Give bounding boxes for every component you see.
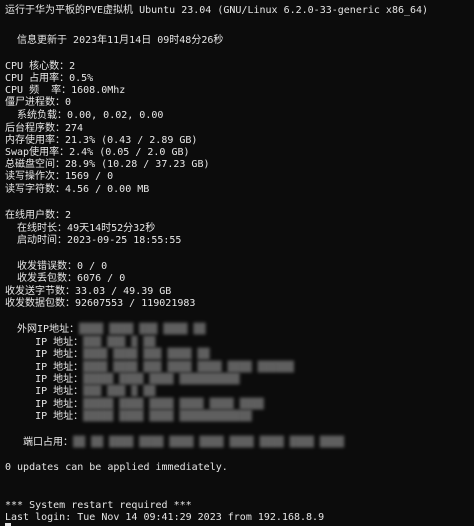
online-users-row: 在线用户数：2 xyxy=(5,209,71,222)
net-packets-value: 92607553 / 119021983 xyxy=(75,298,196,309)
info-updated-time: 信息更新于 2023年11月14日 09时48分26秒 xyxy=(5,35,224,46)
ip-label-5: IP 地址： xyxy=(5,386,84,397)
zombie-label: 僵尸进程数： xyxy=(5,97,65,108)
load-label: 系统负载： xyxy=(5,110,68,121)
boot-value: 2023-09-25 18:55:55 xyxy=(67,235,182,246)
wan-ip-row: 外网IP地址：████ ████ ███ ████ ██ xyxy=(5,323,206,336)
swap-value: 2.4% (0.05 / 2.0 GB) xyxy=(69,147,190,158)
cpu-cores-label: CPU 核心数： xyxy=(5,61,70,72)
net-packets-label: 收发数据包数： xyxy=(5,298,75,309)
mem-value: 21.3% (0.43 / 2.89 GB) xyxy=(65,135,198,146)
ports-label: 端口占用： xyxy=(5,437,74,448)
ip-label-2: IP 地址： xyxy=(5,349,84,360)
cpu-cores-value: 2 xyxy=(69,61,76,72)
io-bytes-value: 4.56 / 0.00 MB xyxy=(65,184,150,195)
uptime-label: 在线时长： xyxy=(5,223,68,234)
net-errors-value: 0 / 0 xyxy=(77,261,108,272)
ip-label-7: IP 地址： xyxy=(5,411,84,422)
redacted-ip-2: ████ ████ ███ ████ ██ xyxy=(83,349,210,360)
disk-label: 总磁盘空间： xyxy=(5,159,65,170)
updates-notice: 0 updates can be applied immediately. xyxy=(5,462,228,473)
net-bytes-label: 收发送字节数： xyxy=(5,286,75,297)
boot-row: 启动时间：2023-09-25 18:55:55 xyxy=(5,234,181,247)
redacted-ip-5: ███ ███ █ ██ xyxy=(83,386,156,397)
bg-proc-value: 274 xyxy=(65,123,84,134)
online-users-value: 2 xyxy=(65,210,72,221)
swap-label: Swap使用率： xyxy=(5,147,70,158)
cpu-usage-value: 0.5% xyxy=(69,73,94,84)
redacted-ip-4: █████ ████ ████ ██████████ xyxy=(83,374,240,385)
load-value: 0.00, 0.02, 0.00 xyxy=(67,110,164,121)
io-ops-row: 读写操作次：1569 / 0 xyxy=(5,170,113,183)
io-ops-label: 读写操作次： xyxy=(5,171,65,182)
net-errors-label: 收发错误数： xyxy=(5,261,78,272)
redacted-ip-7: █████ ████ ████ ████████████ xyxy=(83,411,252,422)
mem-label: 内存使用率： xyxy=(5,135,65,146)
load-row: 系统负载：0.00, 0.02, 0.00 xyxy=(5,109,163,122)
net-packets-row: 收发数据包数：92607553 / 119021983 xyxy=(5,297,195,310)
zombie-value: 0 xyxy=(65,97,72,108)
io-ops-value: 1569 / 0 xyxy=(65,171,114,182)
online-users-label: 在线用户数： xyxy=(5,210,65,221)
net-drops-value: 6076 / 0 xyxy=(77,273,126,284)
boot-label: 启动时间： xyxy=(5,235,68,246)
ip-row-7: IP 地址：█████ ████ ████ ████████████ xyxy=(5,410,252,423)
wan-ip-label: 外网IP地址： xyxy=(5,324,80,335)
ip-label-6: IP 地址： xyxy=(5,399,84,410)
ip-row-5: IP 地址：███ ███ █ ██ xyxy=(5,385,155,398)
net-drops-label: 收发丢包数： xyxy=(5,273,78,284)
cpu-freq-label: CPU 频 率： xyxy=(5,85,72,96)
redacted-ports: ██ ██ ████ ████ ████ ████ ████ ████ ████… xyxy=(73,437,344,448)
bg-proc-label: 后台程序数： xyxy=(5,123,65,134)
zombie-row: 僵尸进程数：0 xyxy=(5,96,71,109)
terminal-window[interactable]: 运行于华为平板的PVE虚拟机 Ubuntu 23.04 (GNU/Linux 6… xyxy=(0,0,474,526)
last-login-line: Last login: Tue Nov 14 09:41:29 2023 fro… xyxy=(5,512,325,523)
disk-value: 28.9% (10.28 / 37.23 GB) xyxy=(65,159,210,170)
motd-title: 运行于华为平板的PVE虚拟机 Ubuntu 23.04 (GNU/Linux 6… xyxy=(5,5,429,16)
cpu-usage-label: CPU 占用率： xyxy=(5,73,70,84)
io-bytes-label: 读写字符数： xyxy=(5,184,65,195)
ip-label-4: IP 地址： xyxy=(5,374,84,385)
ip-label-1: IP 地址： xyxy=(5,337,84,348)
net-drops-row: 收发丢包数：6076 / 0 xyxy=(5,272,125,285)
ip-label-3: IP 地址： xyxy=(5,362,84,373)
io-bytes-row: 读写字符数：4.56 / 0.00 MB xyxy=(5,183,149,196)
uptime-value: 49天14时52分32秒 xyxy=(67,223,156,234)
redacted-ip-6: █████ ████ ████ ████ ████ ████ xyxy=(83,399,264,410)
redacted-wan-ip: ████ ████ ███ ████ ██ xyxy=(79,324,206,335)
redacted-ip-1: ███ ███ █ ██ xyxy=(83,337,156,348)
ports-row: 端口占用：██ ██ ████ ████ ████ ████ ████ ████… xyxy=(5,436,344,449)
cpu-freq-value: 1608.0Mhz xyxy=(71,85,126,96)
ip-row-2: IP 地址：████ ████ ███ ████ ██ xyxy=(5,348,210,361)
redacted-ip-3: ████ ████ ███ ████ ████ ████ ██████ xyxy=(83,362,294,373)
net-bytes-value: 33.03 / 49.39 GB xyxy=(75,286,172,297)
